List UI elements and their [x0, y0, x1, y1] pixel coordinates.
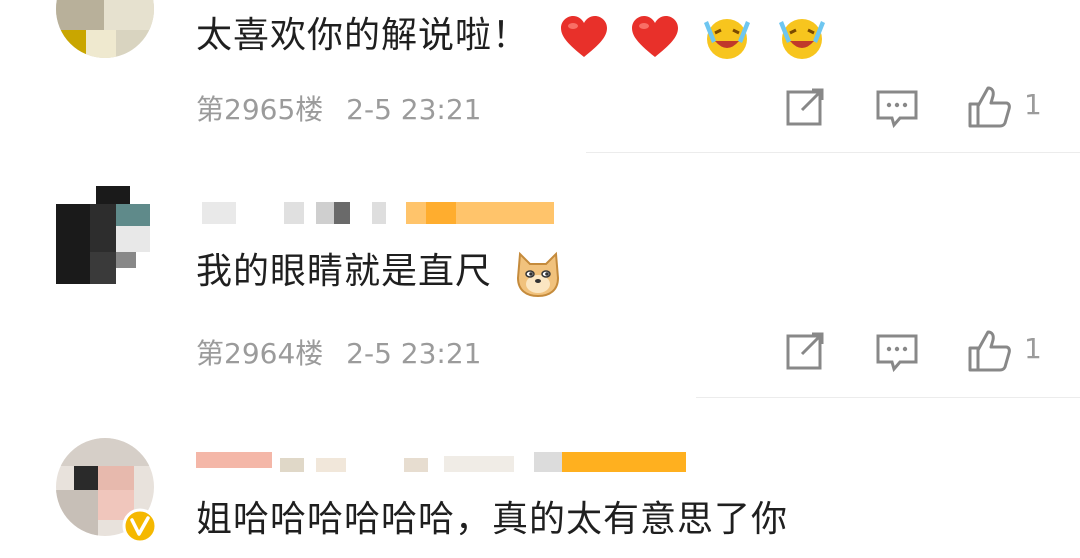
action-bar: 1	[770, 326, 1060, 376]
repost-icon[interactable]	[780, 326, 830, 376]
like-icon[interactable]	[964, 326, 1014, 376]
repost-icon[interactable]	[780, 82, 830, 132]
laughing-crying-face-icon	[704, 19, 751, 59]
comment-meta: 第2964楼 2-5 23:21	[196, 332, 482, 372]
avatar[interactable]	[56, 186, 154, 284]
comment-text: 姐哈哈哈哈哈哈，真的太有意思了你	[196, 490, 788, 542]
divider	[696, 397, 1080, 398]
red-heart-icon	[631, 16, 678, 57]
verified-badge-icon	[122, 508, 158, 544]
comment-time: 2-5 23:21	[346, 93, 482, 126]
comment-text: 我的眼睛就是直尺	[196, 242, 572, 298]
comment-body: 姐哈哈哈哈哈哈，真的太有意思了你	[196, 499, 789, 540]
comment-item-2964: 我的眼睛就是直尺 第2964楼 2-5 23:21 1	[0, 180, 1080, 395]
comment-body: 我的眼睛就是直尺	[196, 251, 493, 292]
comment-meta: 第2965楼 2-5 23:21	[196, 88, 482, 128]
laughing-crying-face-icon	[778, 19, 825, 59]
like-count: 1	[1024, 88, 1042, 121]
comment-text: 太喜欢你的解说啦！	[196, 6, 837, 61]
emoji-row	[512, 248, 572, 298]
emoji-row	[559, 13, 836, 61]
comment-item-third: 姐哈哈哈哈哈哈，真的太有意思了你	[0, 430, 1080, 558]
comment-time: 2-5 23:21	[346, 337, 482, 370]
comment-icon[interactable]	[872, 326, 922, 376]
divider	[586, 152, 1080, 153]
like-count: 1	[1024, 332, 1042, 365]
doge-face-icon	[517, 251, 560, 298]
username-blurred[interactable]	[196, 448, 686, 476]
floor-number: 第2964楼	[196, 337, 324, 370]
like-icon[interactable]	[964, 82, 1014, 132]
avatar[interactable]	[56, 0, 154, 58]
comment-icon[interactable]	[872, 82, 922, 132]
action-bar: 1	[770, 82, 1060, 132]
red-heart-icon	[561, 16, 608, 57]
comment-item-2965: 太喜欢你的解说啦！ 第2965楼 2-5 23:21 1	[0, 0, 1080, 150]
comment-body: 太喜欢你的解说啦！	[196, 15, 530, 56]
floor-number: 第2965楼	[196, 93, 324, 126]
username-blurred[interactable]	[196, 202, 676, 230]
